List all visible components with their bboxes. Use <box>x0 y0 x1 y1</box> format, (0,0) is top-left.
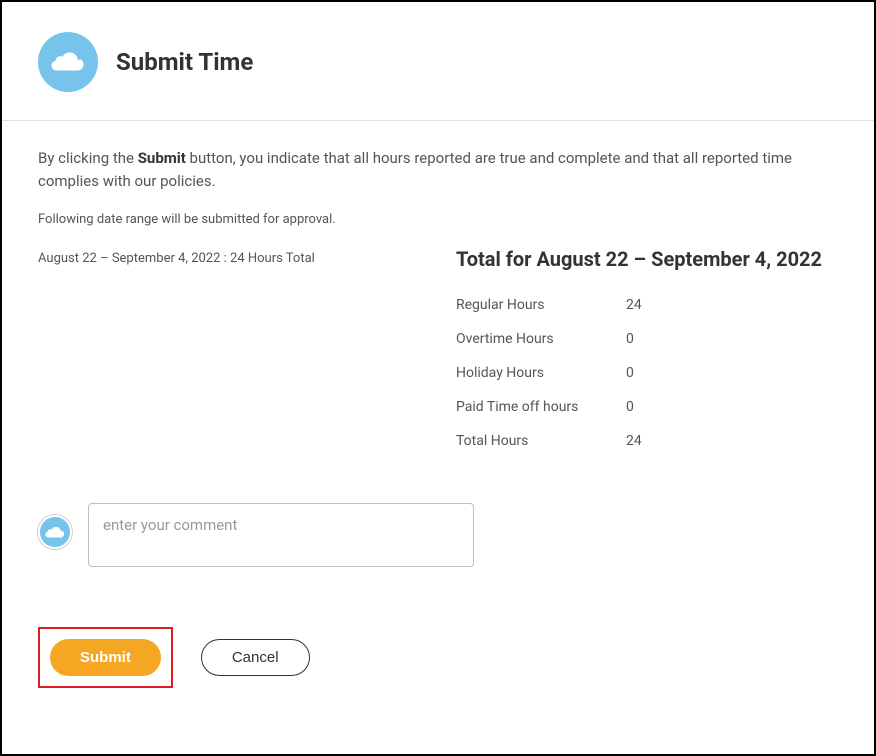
disclaimer-prefix: By clicking the <box>38 149 138 167</box>
comment-section <box>38 503 846 567</box>
header: Submit Time <box>2 2 874 121</box>
hours-label: Regular Hours <box>456 297 596 313</box>
submit-button[interactable]: Submit <box>50 639 161 676</box>
disclaimer-bold: Submit <box>138 149 186 167</box>
cloud-icon <box>38 515 72 549</box>
left-column: August 22 – September 4, 2022 : 24 Hours… <box>38 251 436 449</box>
range-summary: August 22 – September 4, 2022 : 24 Hours… <box>38 251 436 266</box>
highlight-box: Submit <box>38 627 173 688</box>
hours-value: 0 <box>626 365 846 381</box>
summary-row: August 22 – September 4, 2022 : 24 Hours… <box>38 251 846 449</box>
cancel-button[interactable]: Cancel <box>201 639 310 676</box>
hours-table: Regular Hours 24 Overtime Hours 0 Holida… <box>456 297 846 449</box>
right-column: Total for August 22 – September 4, 2022 … <box>456 251 846 449</box>
hours-value: 24 <box>626 433 846 449</box>
content: By clicking the Submit button, you indic… <box>2 121 874 627</box>
hours-value: 0 <box>626 399 846 415</box>
button-row: Submit Cancel <box>2 627 874 688</box>
hours-label: Holiday Hours <box>456 365 596 381</box>
comment-input[interactable] <box>88 503 474 567</box>
totals-heading: Total for August 22 – September 4, 2022 <box>456 247 846 271</box>
hours-label: Paid Time off hours <box>456 399 596 415</box>
approval-note: Following date range will be submitted f… <box>38 212 846 227</box>
hours-label: Total Hours <box>456 433 596 449</box>
disclaimer-text: By clicking the Submit button, you indic… <box>38 147 846 192</box>
hours-label: Overtime Hours <box>456 331 596 347</box>
avatar-wrap <box>38 515 72 549</box>
hours-value: 0 <box>626 331 846 347</box>
cloud-icon <box>38 32 98 92</box>
hours-value: 24 <box>626 297 846 313</box>
page-title: Submit Time <box>116 48 253 76</box>
